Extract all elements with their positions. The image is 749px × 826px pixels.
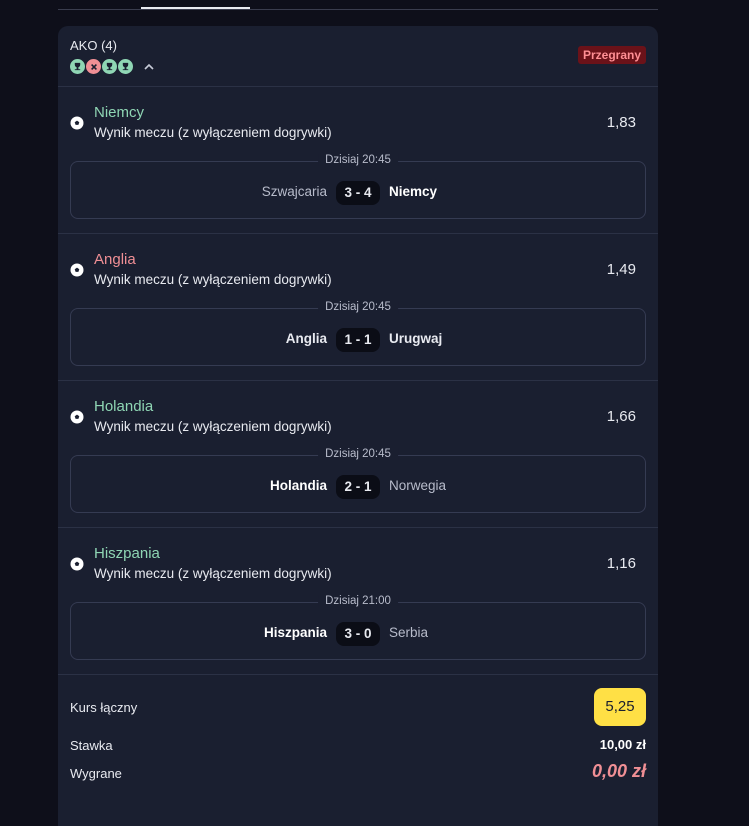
match-box: Dzisiaj 20:45 Anglia 1 - 1 Urugwaj	[70, 301, 646, 366]
trophy-icon	[70, 59, 85, 74]
selection-market: Wynik meczu (z wyłączeniem dogrywki)	[94, 566, 332, 581]
selection-item[interactable]: Niemcy Wynik meczu (z wyłączeniem dogryw…	[58, 87, 658, 234]
winnings-label: Wygrane	[70, 766, 122, 781]
match-box: Dzisiaj 21:00 Hiszpania 3 - 0 Serbia	[70, 595, 646, 660]
match-score: 3 - 4	[336, 181, 380, 205]
selection-item[interactable]: Hiszpania Wynik meczu (z wyłączeniem dog…	[58, 528, 658, 675]
selection-team: Anglia	[94, 251, 136, 268]
selection-odds: 1,66	[606, 408, 636, 425]
selection-team: Hiszpania	[94, 545, 160, 562]
active-tab-indicator	[141, 7, 250, 9]
soccer-ball-icon	[70, 410, 84, 424]
away-team: Serbia	[389, 625, 429, 640]
chevron-up-icon[interactable]	[142, 60, 156, 74]
coupon-title: AKO (4)	[70, 38, 117, 53]
status-badge: Przegrany	[577, 46, 646, 64]
home-team: Anglia	[285, 331, 327, 346]
stake-label: Stawka	[70, 738, 113, 753]
selection-odds: 1,16	[606, 555, 636, 572]
match-box: Dzisiaj 20:45 Szwajcaria 3 - 4 Niemcy	[70, 154, 646, 219]
bet-slip-card: AKO (4) Przegrany Niemcy Wynik meczu (z …	[58, 26, 658, 826]
match-date: Dzisiaj 20:45	[318, 301, 398, 313]
trophy-icon	[102, 59, 117, 74]
total-odds-value: 5,25	[594, 688, 646, 726]
away-team: Niemcy	[389, 184, 438, 199]
selection-team: Niemcy	[94, 104, 145, 121]
tab-bar	[58, 0, 658, 10]
result-dots	[70, 59, 156, 74]
coupon-summary: Kurs łączny 5,25 Stawka 10,00 zł Wygrane…	[58, 675, 658, 815]
away-team: Norwegia	[389, 478, 447, 493]
home-team: Hiszpania	[263, 625, 327, 640]
match-score: 1 - 1	[336, 328, 380, 352]
home-team: Holandia	[269, 478, 327, 493]
selection-item[interactable]: Anglia Wynik meczu (z wyłączeniem dogryw…	[58, 234, 658, 381]
selection-market: Wynik meczu (z wyłączeniem dogrywki)	[94, 419, 332, 434]
selection-market: Wynik meczu (z wyłączeniem dogrywki)	[94, 272, 332, 287]
match-box: Dzisiaj 20:45 Holandia 2 - 1 Norwegia	[70, 448, 646, 513]
match-score: 2 - 1	[336, 475, 380, 499]
selection-item[interactable]: Holandia Wynik meczu (z wyłączeniem dogr…	[58, 381, 658, 528]
selection-odds: 1,49	[606, 261, 636, 278]
selection-team: Holandia	[94, 398, 154, 415]
match-date: Dzisiaj 21:00	[318, 595, 398, 607]
x-icon	[86, 59, 101, 74]
selection-odds: 1,83	[606, 114, 636, 131]
match-date: Dzisiaj 20:45	[318, 448, 398, 460]
winnings-value: 0,00 zł	[591, 761, 646, 781]
trophy-icon	[118, 59, 133, 74]
home-team: Szwajcaria	[261, 184, 327, 199]
coupon-header[interactable]: AKO (4) Przegrany	[58, 26, 658, 87]
total-odds-label: Kurs łączny	[70, 700, 138, 715]
stake-value: 10,00 zł	[599, 737, 646, 752]
soccer-ball-icon	[70, 116, 84, 130]
soccer-ball-icon	[70, 557, 84, 571]
match-date: Dzisiaj 20:45	[318, 154, 398, 166]
soccer-ball-icon	[70, 263, 84, 277]
selection-market: Wynik meczu (z wyłączeniem dogrywki)	[94, 125, 332, 140]
away-team: Urugwaj	[389, 331, 443, 346]
match-score: 3 - 0	[336, 622, 380, 646]
